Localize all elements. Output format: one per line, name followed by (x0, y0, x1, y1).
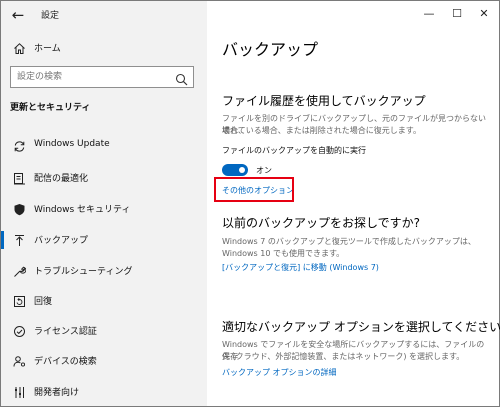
maximize-button[interactable]: ☐ (443, 3, 471, 25)
check-circle-icon (11, 323, 27, 339)
recovery-icon (11, 293, 27, 309)
backup-restore-link[interactable]: [バックアップと復元] に移動 (Windows 7) (222, 262, 379, 273)
sidebar-item-backup[interactable]: バックアップ (1, 228, 206, 252)
toggle-state-text: オン (256, 166, 272, 175)
sidebar-item-developers[interactable]: 開発者向け (1, 380, 206, 404)
sidebar-item-label: バックアップ (34, 236, 89, 246)
search-icon[interactable] (175, 71, 188, 86)
sidebar-item-label: 回復 (34, 297, 53, 307)
close-button[interactable]: ✕ (470, 3, 498, 25)
sidebar-item-windows-security[interactable]: Windows セキュリティ (1, 197, 206, 221)
auto-backup-toggle[interactable] (222, 164, 248, 176)
developer-icon (11, 384, 27, 400)
sidebar-item-delivery-optimization[interactable]: 配信の最適化 (1, 166, 206, 190)
sidebar-item-find-my-device[interactable]: デバイスの検索 (1, 349, 206, 373)
minimize-button[interactable]: — (415, 3, 443, 25)
file-history-heading: ファイル履歴を使用してバックアップ (222, 94, 426, 108)
older-backup-description-line1: Windows 7 のバックアップと復元ツールで作成したバックアップは、 (222, 237, 476, 246)
sidebar-item-activation[interactable]: ライセンス認証 (1, 319, 206, 343)
window-title: 設定 (41, 11, 60, 21)
sidebar-item-label: Windows Update (34, 139, 110, 149)
home-icon (11, 40, 27, 56)
highlight-box (214, 177, 294, 202)
wrench-icon (11, 263, 27, 279)
sidebar-item-label: 配信の最適化 (34, 174, 89, 184)
sidebar-item-windows-update[interactable]: Windows Update (1, 134, 206, 158)
sidebar-item-label: Windows セキュリティ (34, 205, 131, 215)
auto-backup-label: ファイルのバックアップを自動的に実行 (222, 146, 366, 155)
file-history-description-line2: 壊れている場合、または削除された場合に復元します。 (222, 126, 421, 135)
shield-icon (11, 201, 27, 217)
sidebar-item-label: デバイスの検索 (34, 357, 97, 367)
sidebar-item-home[interactable]: ホーム (1, 36, 206, 60)
older-backup-description-line2: Windows 10 でも使用できます。 (222, 249, 345, 258)
right-option-description-line2: 先 (クラウド、外部記憶装置、またはネットワーク) を選択します。 (222, 352, 465, 361)
sidebar-item-label: トラブルシューティング (34, 267, 133, 277)
backup-arrow-icon (11, 232, 27, 248)
sidebar-item-troubleshoot[interactable]: トラブルシューティング (1, 259, 206, 283)
search-input[interactable] (17, 70, 167, 84)
search-field[interactable] (10, 66, 194, 88)
backup-options-details-link[interactable]: バックアップ オプションの詳細 (222, 367, 337, 378)
sidebar-item-label: ライセンス認証 (34, 327, 97, 337)
right-option-heading: 適切なバックアップ オプションを選択してください (222, 320, 500, 334)
sidebar-item-label: ホーム (34, 44, 61, 54)
back-arrow-icon[interactable]: ← (7, 4, 29, 26)
sidebar-item-label: 開発者向け (34, 388, 80, 398)
page-title: バックアップ (222, 40, 319, 59)
title-bar: ← 設定 — ☐ ✕ (1, 1, 499, 29)
delivery-optimization-icon (11, 170, 27, 186)
older-backup-heading: 以前のバックアップをお探しですか? (222, 216, 421, 230)
section-title: 更新とセキュリティ (10, 103, 91, 113)
sync-icon (11, 138, 27, 154)
person-location-icon (11, 353, 27, 369)
sidebar-item-recovery[interactable]: 回復 (1, 289, 206, 313)
